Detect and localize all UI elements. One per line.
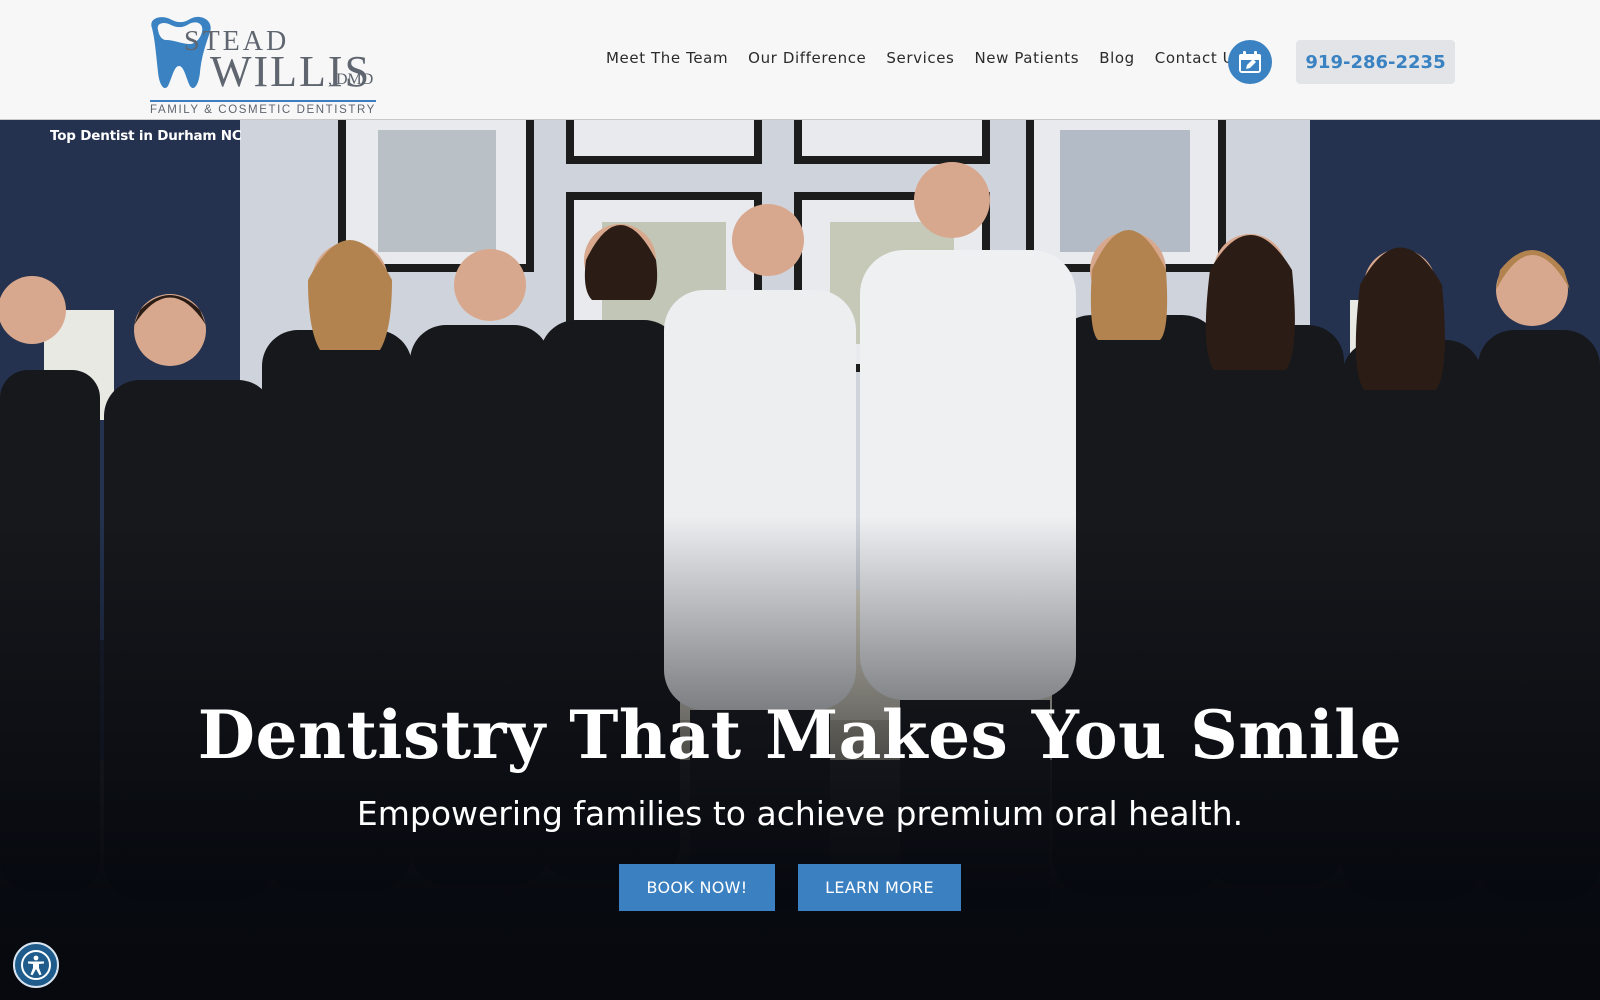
nav-our-difference[interactable]: Our Difference (748, 49, 866, 67)
accessibility-person-icon (21, 950, 51, 980)
calendar-edit-icon (1239, 51, 1261, 73)
site-logo[interactable]: STEAD WILLIS , DMD FAMILY & COSMETIC DEN… (140, 10, 380, 116)
accessibility-button[interactable] (13, 942, 59, 988)
book-now-button[interactable]: BOOK NOW! (619, 864, 775, 911)
hero-title: Dentistry That Makes You Smile (197, 696, 1403, 774)
learn-more-button[interactable]: LEARN MORE (798, 864, 961, 911)
hero-subtitle: Empowering families to achieve premium o… (356, 794, 1244, 833)
hero-section: Top Dentist in Durham NC Dentistry That … (0, 120, 1600, 1000)
logo-suffix: , DMD (328, 71, 374, 88)
main-nav: Meet The Team Our Difference Services Ne… (606, 49, 1243, 67)
appointment-calendar-button[interactable] (1228, 40, 1272, 84)
phone-button[interactable]: 919-286-2235 (1296, 40, 1455, 84)
nav-blog[interactable]: Blog (1099, 49, 1135, 67)
nav-new-patients[interactable]: New Patients (974, 49, 1079, 67)
top-dentist-label: Top Dentist in Durham NC (50, 128, 242, 144)
nav-services[interactable]: Services (886, 49, 954, 67)
site-header: STEAD WILLIS , DMD FAMILY & COSMETIC DEN… (0, 0, 1600, 120)
logo-tagline: FAMILY & COSMETIC DENTISTRY (150, 104, 376, 116)
nav-meet-the-team[interactable]: Meet The Team (606, 49, 728, 67)
logo-underline (150, 100, 376, 102)
